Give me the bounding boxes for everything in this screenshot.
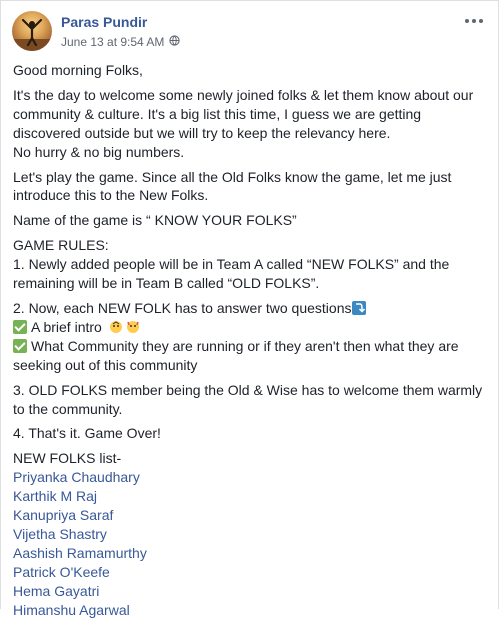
check-mark-icon: [13, 319, 27, 334]
post-header: Paras Pundir June 13 at 9:54 AM: [12, 11, 492, 51]
tagged-person-link[interactable]: Aashish Ramamurthy: [13, 544, 483, 563]
arrow-down-icon: [351, 300, 366, 315]
rule-3: 3. OLD FOLKS member being the Old & Wise…: [13, 381, 483, 417]
check-mark-icon: [13, 338, 27, 353]
avatar[interactable]: [12, 11, 52, 51]
author-name[interactable]: Paras Pundir: [61, 14, 147, 30]
post-body: Good morning Folks, It's the day to welc…: [13, 61, 483, 620]
rule-4: 4. That's it. Game Over!: [13, 425, 161, 442]
tagged-person-link[interactable]: Kanupriya Saraf: [13, 506, 483, 525]
intro-text: It's the day to welcome some newly joine…: [13, 86, 474, 141]
intro-tail-text: No hurry & no big numbers.: [13, 143, 185, 160]
tagged-person-link[interactable]: Karthik M Raj: [13, 487, 483, 506]
tagged-person-link[interactable]: Vijetha Shastry: [13, 525, 483, 544]
rules-title: GAME RULES:: [13, 237, 109, 254]
avatar-figure-icon: [12, 18, 52, 51]
play-text: Let's play the game. Since all the Old F…: [13, 168, 452, 204]
rules-block: GAME RULES: 1. Newly added people will b…: [13, 236, 483, 293]
list-title: NEW FOLKS list-: [13, 450, 122, 467]
greeting-text: Good morning Folks,: [13, 62, 143, 78]
rule-1: 1. Newly added people will be in Team A …: [13, 256, 450, 292]
game-name-text: Name of the game is “ KNOW YOUR FOLKS”: [13, 212, 297, 229]
new-folks-list: NEW FOLKS list- Priyanka Chaudhary Karth…: [13, 449, 483, 620]
face-emoji-icon: [109, 320, 122, 333]
rule-2-a: A brief intro: [31, 318, 102, 335]
tagged-person-link[interactable]: Priyanka Chaudhary: [13, 468, 483, 487]
tagged-person-link[interactable]: Himanshu Agarwal: [13, 601, 483, 620]
tagged-person-link[interactable]: Patrick O'Keefe: [13, 563, 483, 582]
rule-2: 2. Now, each NEW FOLK has to answer two …: [13, 299, 352, 316]
post-timestamp[interactable]: June 13 at 9:54 AM: [61, 35, 181, 49]
tagged-person-link[interactable]: Hema Gayatri: [13, 582, 483, 601]
timestamp-text[interactable]: June 13 at 9:54 AM: [61, 35, 164, 49]
rule-2-b: What Community they are running or if th…: [13, 337, 459, 373]
globe-icon: [169, 35, 181, 49]
intro-paragraph: It's the day to welcome some newly joine…: [13, 86, 483, 162]
face-emoji-icon: [126, 320, 139, 333]
more-options-icon[interactable]: [462, 11, 486, 31]
rule-2-block: 2. Now, each NEW FOLK has to answer two …: [13, 299, 483, 375]
post-card: Paras Pundir June 13 at 9:54 AM Good mor…: [0, 0, 499, 618]
